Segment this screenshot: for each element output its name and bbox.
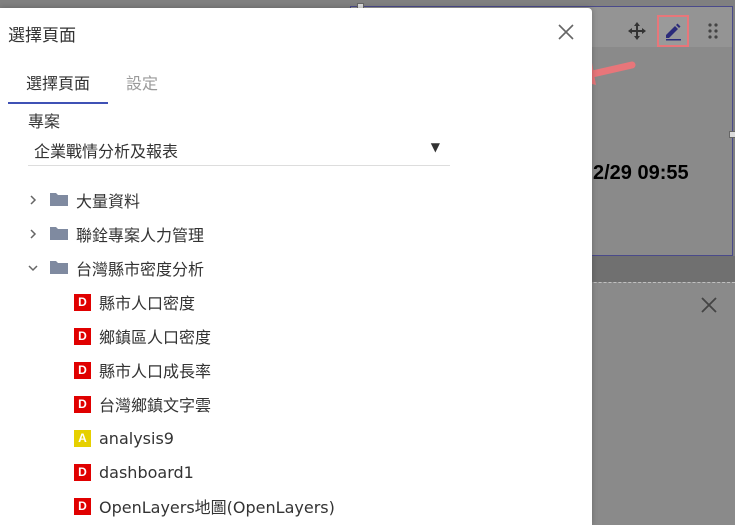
tree-item-label: OpenLayers地圖(OpenLayers) bbox=[99, 498, 335, 517]
dashboard-badge-icon: D bbox=[74, 361, 91, 379]
chevron-right-icon bbox=[26, 193, 40, 207]
chevron-right-icon bbox=[26, 227, 40, 241]
move-icon[interactable] bbox=[621, 15, 653, 47]
widget-time-text: 2/29 09:55 bbox=[593, 162, 689, 184]
dialog-tabs: 選擇頁面 設定 bbox=[8, 66, 176, 104]
tree-page-item[interactable]: A analysis9 bbox=[74, 425, 174, 451]
drag-handle-icon[interactable] bbox=[697, 15, 729, 47]
tree-item-label: 大量資料 bbox=[76, 192, 141, 211]
tree-item-label: 台灣縣市密度分析 bbox=[76, 260, 205, 279]
folder-icon bbox=[50, 259, 68, 278]
analysis-badge-icon: A bbox=[74, 429, 91, 447]
tree-folder-item[interactable]: 聯銓專案人力管理 bbox=[26, 221, 204, 247]
tree-page-item[interactable]: D 台灣鄉鎮文字雲 bbox=[74, 391, 211, 417]
chevron-down-icon bbox=[26, 261, 40, 275]
tree-folder-item[interactable]: 台灣縣市密度分析 bbox=[26, 255, 204, 281]
tree-page-item[interactable]: D 縣市人口成長率 bbox=[74, 357, 211, 383]
tree-item-label: 縣市人口成長率 bbox=[99, 362, 212, 381]
tree-page-item[interactable]: D dashboard1 bbox=[74, 459, 194, 485]
folder-icon bbox=[50, 191, 68, 210]
dialog-title: 選擇頁面 bbox=[8, 26, 76, 46]
close-icon[interactable] bbox=[556, 22, 576, 46]
tree-item-label: 台灣鄉鎮文字雲 bbox=[99, 396, 212, 415]
tree-page-item[interactable]: D OpenLayers地圖(OpenLayers) bbox=[74, 493, 335, 519]
close-icon[interactable] bbox=[700, 296, 718, 318]
dashboard-badge-icon: D bbox=[74, 497, 91, 515]
dropdown-caret-icon: ▼ bbox=[430, 140, 440, 154]
tree-item-label: 縣市人口密度 bbox=[99, 294, 196, 313]
dashboard-badge-icon: D bbox=[74, 293, 91, 311]
tree-item-label: analysis9 bbox=[99, 428, 174, 448]
project-select[interactable]: 企業戰情分析及報表 ▼ bbox=[28, 136, 450, 166]
dashboard-badge-icon: D bbox=[74, 395, 91, 413]
tab-select-page[interactable]: 選擇頁面 bbox=[8, 66, 109, 104]
edit-pencil-icon[interactable] bbox=[657, 15, 689, 47]
project-value: 企業戰情分析及報表 bbox=[34, 142, 179, 161]
select-page-dialog: 選擇頁面 選擇頁面 設定 專案 企業戰情分析及報表 ▼ 大量資料 聯銓專案人力管… bbox=[0, 8, 592, 525]
tree-item-label: dashboard1 bbox=[99, 462, 194, 482]
folder-icon bbox=[50, 225, 68, 244]
tree-item-label: 聯銓專案人力管理 bbox=[76, 226, 205, 245]
tree-item-label: 鄉鎮區人口密度 bbox=[99, 328, 212, 347]
resize-handle[interactable] bbox=[729, 131, 735, 138]
tree-page-item[interactable]: D 鄉鎮區人口密度 bbox=[74, 323, 211, 349]
tab-settings[interactable]: 設定 bbox=[108, 66, 176, 104]
dashboard-badge-icon: D bbox=[74, 463, 91, 481]
project-label: 專案 bbox=[28, 112, 61, 131]
tree-page-item[interactable]: D 縣市人口密度 bbox=[74, 289, 195, 315]
tree-folder-item[interactable]: 大量資料 bbox=[26, 187, 140, 213]
dashboard-badge-icon: D bbox=[74, 327, 91, 345]
